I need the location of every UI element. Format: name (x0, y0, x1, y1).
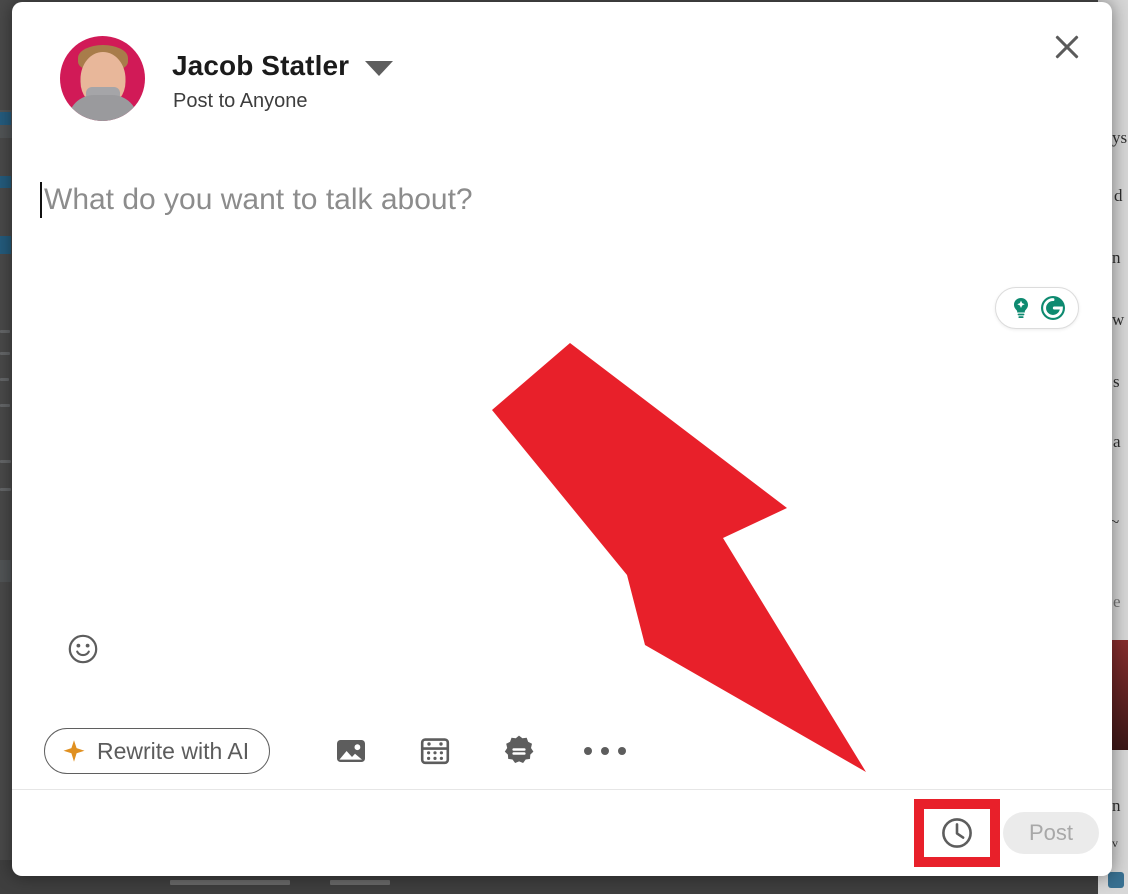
grammarly-logo-icon[interactable] (1039, 294, 1067, 322)
rewrite-with-ai-button[interactable]: Rewrite with AI (44, 728, 271, 774)
audience-label[interactable]: Post to Anyone (173, 90, 308, 113)
modal-header: Jacob Statler Post to Anyone (12, 2, 1112, 152)
image-icon (337, 740, 366, 762)
post-editor[interactable]: What do you want to talk about? (12, 152, 1112, 686)
add-job-button[interactable] (496, 728, 542, 774)
grammarly-widget[interactable] (995, 287, 1079, 329)
close-icon[interactable] (1044, 24, 1090, 70)
modal-footer: Post (12, 790, 1112, 876)
add-media-button[interactable] (328, 728, 374, 774)
add-event-button[interactable] (412, 728, 458, 774)
chevron-down-icon[interactable] (365, 60, 394, 76)
author-name: Jacob Statler (172, 50, 350, 81)
background-decoration (0, 112, 11, 125)
background-decoration (0, 460, 11, 463)
post-composer-modal: Jacob Statler Post to Anyone What do you… (12, 2, 1112, 876)
text-caret (40, 182, 42, 218)
background-decoration (0, 488, 11, 491)
more-options-button[interactable] (582, 728, 628, 774)
schedule-post-button[interactable] (914, 799, 1000, 867)
post-button[interactable]: Post (1003, 812, 1099, 854)
grammarly-lightbulb-icon[interactable] (1008, 295, 1034, 321)
background-decoration (0, 176, 11, 188)
job-badge-icon (504, 735, 534, 763)
editor-placeholder-row[interactable]: What do you want to talk about? (40, 182, 473, 218)
editor-placeholder: What do you want to talk about? (44, 183, 473, 216)
background-decoration (330, 880, 390, 885)
background-decoration (0, 560, 11, 582)
sparkle-icon (63, 740, 85, 762)
calendar-icon (421, 738, 450, 765)
background-decoration (0, 404, 10, 407)
background-decoration (0, 236, 11, 254)
background-decoration (0, 378, 9, 381)
emoji-smiley-icon[interactable] (66, 632, 100, 666)
avatar[interactable] (60, 36, 145, 121)
background-decoration (0, 330, 10, 333)
background-decoration (170, 880, 290, 885)
avatar-shirt (67, 95, 138, 121)
author-selector[interactable]: Jacob Statler (172, 50, 394, 82)
composer-toolbar: Rewrite with AI (12, 713, 1112, 789)
rewrite-with-ai-label: Rewrite with AI (97, 737, 250, 764)
more-options-icon (584, 747, 627, 755)
background-decoration (0, 352, 10, 355)
clock-icon (942, 818, 972, 848)
